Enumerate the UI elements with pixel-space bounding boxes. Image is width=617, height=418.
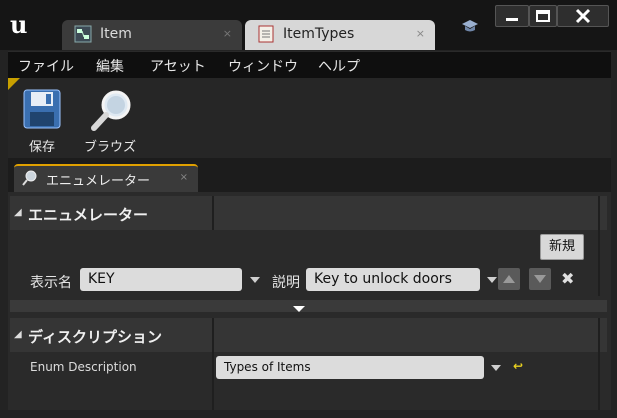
scroll-edge [598, 196, 600, 296]
panel-tab-close-icon[interactable]: × [180, 172, 188, 183]
maximize-button[interactable] [529, 5, 557, 27]
save-button[interactable]: 保存 [10, 84, 74, 155]
collapse-arrow-icon[interactable]: ◢ [14, 207, 22, 218]
description-dropdown-icon[interactable] [487, 277, 497, 283]
browse-label: ブラウズ [83, 140, 136, 155]
save-label: 保存 [28, 140, 55, 155]
section-title: ディスクリプション [28, 328, 162, 346]
arrow-down-icon [534, 275, 546, 283]
scroll-edge [598, 318, 600, 410]
tab-label: ItemTypes [283, 26, 355, 42]
display-name-dropdown-icon[interactable] [250, 277, 260, 283]
graduation-cap-icon[interactable] [461, 19, 479, 35]
reset-to-default-icon[interactable]: ↩ [513, 359, 523, 373]
minimize-icon [506, 18, 518, 21]
column-divider[interactable] [212, 196, 214, 230]
panel-tab-label: エニュメレーター [46, 174, 151, 189]
menu-asset[interactable]: アセット [150, 56, 206, 76]
svg-text:u: u [10, 10, 27, 39]
maximize-icon [536, 10, 550, 22]
magnifier-icon [91, 90, 131, 131]
floppy-disk-icon [23, 89, 61, 129]
close-button[interactable] [557, 5, 609, 27]
enum-description-label: Enum Description [30, 360, 137, 374]
column-divider[interactable] [212, 318, 214, 352]
menu-edit[interactable]: 編集 [96, 56, 124, 76]
move-up-button[interactable] [498, 268, 520, 290]
description-field[interactable]: Key to unlock doors [306, 268, 480, 291]
arrow-up-icon [503, 275, 515, 283]
display-name-field[interactable]: KEY [80, 268, 242, 291]
column-divider-line [212, 352, 214, 410]
expand-down-icon [293, 306, 305, 312]
section-title: エニュメレーター [28, 206, 149, 224]
delete-enumerator-icon[interactable]: ✖ [561, 269, 574, 288]
window-controls [495, 5, 611, 27]
enum-document-icon [258, 25, 274, 43]
enum-description-dropdown-icon[interactable] [491, 365, 501, 371]
details-body: ◢ エニュメレーター 新規 表示名 KEY 説明 Key to unlock d… [8, 192, 611, 410]
collapse-arrow-icon[interactable]: ◢ [14, 329, 22, 340]
menu-help[interactable]: ヘルプ [318, 56, 360, 76]
enumerators-section-header[interactable]: ◢ エニュメレーター [10, 196, 607, 230]
browse-button[interactable]: ブラウズ [78, 84, 142, 155]
tab-close-icon[interactable]: × [223, 27, 232, 40]
expand-more-bar[interactable] [10, 300, 607, 312]
details-panel-area: エニュメレーター × ◢ エニュメレーター 新規 表示名 KEY 説明 Key … [8, 158, 611, 410]
tab-itemtypes[interactable]: ItemTypes × [245, 20, 435, 50]
move-down-button[interactable] [529, 268, 551, 290]
close-icon [575, 8, 591, 24]
unreal-logo-icon: u [8, 10, 38, 40]
enum-description-field[interactable]: Types of Items [216, 356, 484, 379]
description-label: 説明 [272, 275, 300, 291]
minimize-button[interactable] [495, 5, 529, 27]
toolbar: 保存 ブラウズ [8, 78, 611, 159]
tab-enumerators[interactable]: エニュメレーター × [14, 164, 198, 192]
menu-bar: ファイル 編集 アセット ウィンドウ ヘルプ [8, 51, 611, 79]
title-bar: u Item × ItemTypes × [0, 0, 617, 50]
editor-window: u Item × ItemTypes × ファイル 編集 アセット ウィンドウ … [0, 0, 617, 418]
new-enumerator-button[interactable]: 新規 [540, 234, 584, 260]
display-name-label: 表示名 [30, 275, 72, 291]
menu-window[interactable]: ウィンドウ [228, 56, 298, 76]
description-section-header[interactable]: ◢ ディスクリプション [10, 318, 607, 352]
search-icon [22, 170, 37, 186]
tab-item[interactable]: Item × [62, 20, 242, 50]
menu-file[interactable]: ファイル [18, 56, 74, 76]
blueprint-icon [74, 25, 92, 43]
tab-close-icon[interactable]: × [416, 27, 425, 40]
tab-label: Item [100, 26, 132, 42]
